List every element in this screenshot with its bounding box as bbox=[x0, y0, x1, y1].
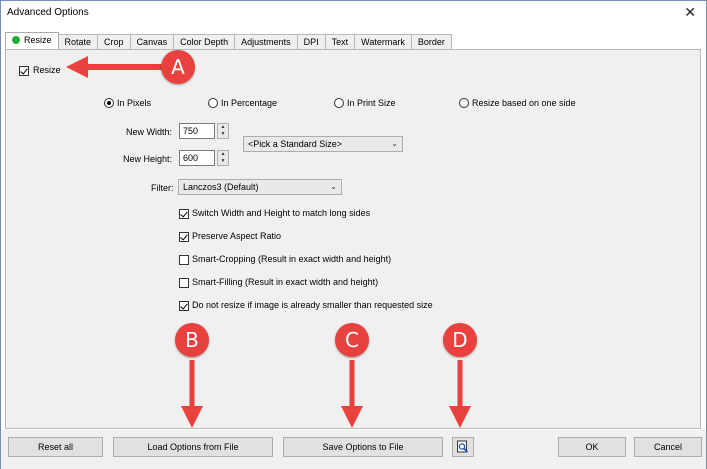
marker-b: B bbox=[175, 323, 209, 357]
tab-label: Resize bbox=[24, 35, 52, 45]
marker-c: C bbox=[335, 323, 369, 357]
tab-bar: Resize Rotate Crop Canvas Color Depth Ad… bbox=[5, 32, 452, 49]
tab-adjustments[interactable]: Adjustments bbox=[234, 34, 298, 49]
new-width-stepper[interactable]: ▲ ▼ bbox=[217, 123, 229, 139]
close-icon[interactable]: ✕ bbox=[684, 4, 696, 21]
new-height-stepper[interactable]: ▲ ▼ bbox=[217, 150, 229, 166]
aspect-ratio-label: Preserve Aspect Ratio bbox=[192, 231, 282, 241]
smart-filling-label: Smart-Filling (Result in exact width and… bbox=[192, 277, 379, 287]
no-upscale-label: Do not resize if image is already smalle… bbox=[192, 300, 433, 310]
chevron-down-icon: ⌄ bbox=[391, 139, 398, 148]
ok-button[interactable]: OK bbox=[558, 437, 626, 457]
no-upscale-checkbox[interactable] bbox=[179, 301, 189, 311]
tab-color-depth[interactable]: Color Depth bbox=[173, 34, 236, 49]
tab-rotate[interactable]: Rotate bbox=[57, 34, 99, 49]
mode-pixels-label: In Pixels bbox=[117, 98, 152, 108]
tab-dpi[interactable]: DPI bbox=[296, 34, 326, 49]
down-arrow-icon[interactable]: ▼ bbox=[218, 158, 228, 165]
mode-one-side-radio[interactable] bbox=[459, 98, 469, 108]
chevron-down-icon: ⌄ bbox=[330, 182, 337, 191]
resize-panel: Resize In Pixels In Percentage In Print … bbox=[5, 49, 701, 429]
active-status-icon bbox=[12, 36, 20, 44]
smart-cropping-label: Smart-Cropping (Result in exact width an… bbox=[192, 254, 392, 264]
save-options-button[interactable]: Save Options to File bbox=[283, 437, 443, 457]
preview-magnifier-icon bbox=[457, 440, 469, 453]
down-arrow-icon[interactable]: ▼ bbox=[218, 131, 228, 138]
smart-cropping-checkbox[interactable] bbox=[179, 255, 189, 265]
tab-resize[interactable]: Resize bbox=[5, 32, 59, 49]
title-bar: Advanced Options ✕ bbox=[1, 1, 706, 27]
tab-crop[interactable]: Crop bbox=[97, 34, 131, 49]
cancel-button[interactable]: Cancel bbox=[634, 437, 702, 457]
window-title: Advanced Options bbox=[7, 7, 89, 18]
new-height-label: New Height: bbox=[123, 154, 173, 164]
tab-border[interactable]: Border bbox=[410, 34, 452, 49]
new-width-label: New Width: bbox=[126, 127, 173, 137]
mode-print-label: In Print Size bbox=[347, 98, 396, 108]
resize-enable-checkbox[interactable] bbox=[19, 66, 29, 76]
smart-filling-checkbox[interactable] bbox=[179, 278, 189, 288]
mode-percentage-radio[interactable] bbox=[208, 98, 218, 108]
filter-label: Filter: bbox=[151, 183, 174, 193]
mode-one-side-label: Resize based on one side bbox=[472, 98, 576, 108]
aspect-ratio-checkbox[interactable] bbox=[179, 232, 189, 242]
tab-canvas[interactable]: Canvas bbox=[129, 34, 175, 49]
new-height-input[interactable]: 600 bbox=[179, 150, 215, 166]
standard-size-value: <Pick a Standard Size> bbox=[248, 139, 343, 149]
preview-button[interactable] bbox=[452, 437, 474, 457]
up-arrow-icon[interactable]: ▲ bbox=[218, 124, 228, 131]
switch-sides-checkbox[interactable] bbox=[179, 209, 189, 219]
up-arrow-icon[interactable]: ▲ bbox=[218, 151, 228, 158]
tab-watermark[interactable]: Watermark bbox=[354, 34, 412, 49]
standard-size-select[interactable]: <Pick a Standard Size> ⌄ bbox=[243, 136, 403, 152]
dialog-footer: Reset all Load Options from File Save Op… bbox=[1, 430, 706, 469]
filter-select[interactable]: Lanczos3 (Default) ⌄ bbox=[178, 179, 342, 195]
switch-sides-label: Switch Width and Height to match long si… bbox=[192, 208, 371, 218]
reset-all-button[interactable]: Reset all bbox=[8, 437, 103, 457]
mode-pixels-radio[interactable] bbox=[104, 98, 114, 108]
marker-a: A bbox=[161, 50, 195, 84]
mode-print-radio[interactable] bbox=[334, 98, 344, 108]
advanced-options-window: Advanced Options ✕ Resize Rotate Crop Ca… bbox=[0, 0, 707, 469]
mode-percentage-label: In Percentage bbox=[221, 98, 278, 108]
new-width-input[interactable]: 750 bbox=[179, 123, 215, 139]
resize-enable-label: Resize bbox=[33, 65, 61, 75]
filter-value: Lanczos3 (Default) bbox=[183, 182, 259, 192]
load-options-button[interactable]: Load Options from File bbox=[113, 437, 273, 457]
marker-d: D bbox=[443, 323, 477, 357]
tab-text[interactable]: Text bbox=[324, 34, 356, 49]
